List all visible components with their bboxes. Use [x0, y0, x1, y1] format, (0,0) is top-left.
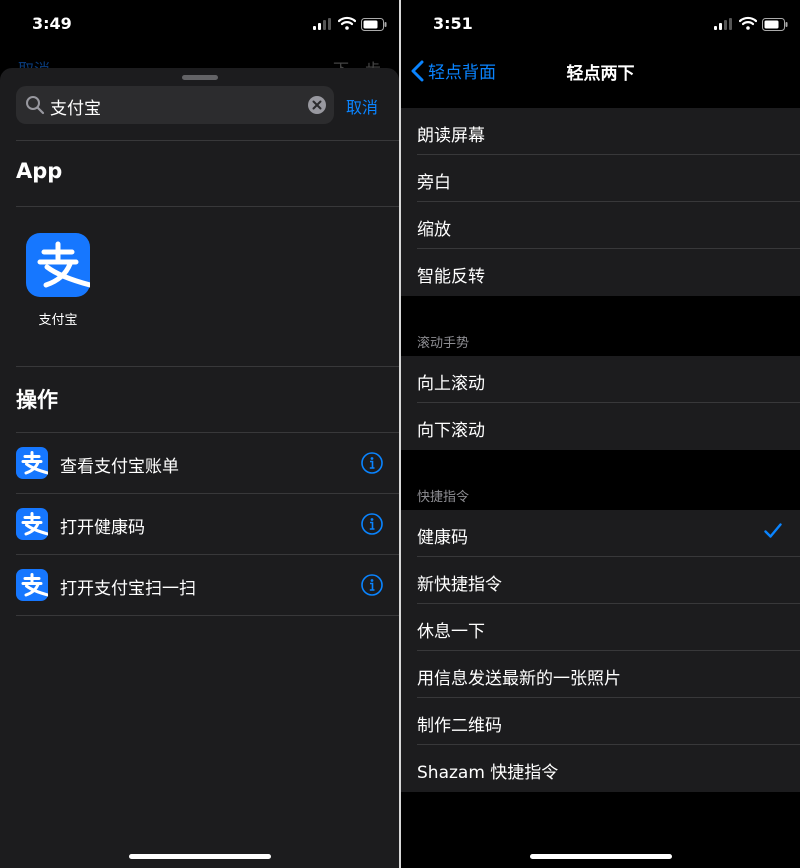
- cellular-signal-icon: [313, 18, 331, 30]
- shortcut-make-qr-code[interactable]: 制作二维码: [401, 698, 800, 745]
- shortcut-take-a-break[interactable]: 休息一下: [401, 604, 800, 651]
- sheet-grabber[interactable]: [181, 75, 218, 80]
- accessibility-group: 朗读屏幕 旁白 缩放 智能反转: [401, 108, 800, 296]
- info-icon[interactable]: [361, 574, 383, 596]
- option-label: 缩放: [417, 220, 451, 240]
- scroll-group: 向上滚动 向下滚动: [401, 356, 800, 450]
- option-scroll-down[interactable]: 向下滚动: [401, 403, 800, 450]
- shortcuts-group: 健康码 新快捷指令 休息一下 用信息发送最新的一张照片 制作二维码 Shazam…: [401, 510, 800, 792]
- divider: [16, 366, 399, 367]
- shortcuts-section-header: 快捷指令: [417, 490, 470, 505]
- option-smart-invert[interactable]: 智能反转: [401, 249, 800, 296]
- action-row-scan[interactable]: 打开支付宝扫一扫: [0, 555, 399, 615]
- app-label-alipay[interactable]: 支付宝: [16, 309, 100, 328]
- page-title: 轻点两下: [566, 64, 635, 84]
- status-bar: 3:49: [0, 0, 399, 48]
- option-label: Shazam 快捷指令: [417, 763, 559, 783]
- option-label: 向上滚动: [417, 374, 485, 394]
- search-field[interactable]: 支付宝: [16, 86, 334, 124]
- magnifier-icon: [26, 96, 45, 115]
- cellular-signal-icon: [714, 18, 732, 30]
- option-scroll-up[interactable]: 向上滚动: [401, 356, 800, 403]
- divider: [16, 206, 399, 207]
- battery-icon: [762, 18, 788, 31]
- option-label: 健康码: [417, 528, 468, 548]
- shortcut-health-code[interactable]: 健康码: [401, 510, 800, 557]
- checkmark-icon: [764, 523, 782, 538]
- app-section-title: App: [16, 159, 63, 183]
- actions-section-title: 操作: [16, 388, 58, 412]
- status-time: 3:51: [433, 14, 473, 33]
- option-label: 休息一下: [417, 622, 485, 642]
- option-label: 新快捷指令: [417, 575, 502, 595]
- action-label: 打开健康码: [60, 518, 145, 538]
- divider: [16, 615, 399, 616]
- action-label: 打开支付宝扫一扫: [60, 579, 196, 599]
- option-label: 朗读屏幕: [417, 126, 485, 146]
- left-screen: 3:49 取消 下一步 支付宝: [0, 0, 399, 868]
- shortcut-send-latest-photo[interactable]: 用信息发送最新的一张照片: [401, 651, 800, 698]
- shortcut-shazam[interactable]: Shazam 快捷指令: [401, 745, 800, 792]
- option-voiceover[interactable]: 旁白: [401, 155, 800, 202]
- option-label: 向下滚动: [417, 421, 485, 441]
- clear-circle-icon[interactable]: [308, 96, 326, 114]
- divider: [16, 140, 399, 141]
- search-query[interactable]: 支付宝: [50, 94, 101, 119]
- status-bar: 3:51: [401, 0, 800, 48]
- status-time: 3:49: [32, 14, 72, 33]
- navigation-bar: 轻点背面 轻点两下: [401, 48, 800, 92]
- action-row-view-bill[interactable]: 查看支付宝账单: [0, 433, 399, 493]
- option-label: 制作二维码: [417, 716, 502, 736]
- option-speak-screen[interactable]: 朗读屏幕: [401, 108, 800, 155]
- scroll-section-header: 滚动手势: [417, 336, 470, 351]
- option-label: 智能反转: [417, 267, 485, 287]
- action-row-health-code[interactable]: 打开健康码: [0, 494, 399, 554]
- alipay-icon: [16, 569, 48, 601]
- option-zoom[interactable]: 缩放: [401, 202, 800, 249]
- alipay-icon: [16, 447, 48, 479]
- home-indicator[interactable]: [128, 854, 271, 859]
- battery-icon: [361, 18, 387, 31]
- info-icon[interactable]: [361, 513, 383, 535]
- alipay-icon[interactable]: [26, 233, 90, 297]
- option-label: 旁白: [417, 173, 451, 193]
- option-label: 用信息发送最新的一张照片: [417, 669, 621, 689]
- search-cancel-button[interactable]: 取消: [346, 94, 378, 118]
- action-label: 查看支付宝账单: [60, 457, 179, 477]
- wifi-icon: [739, 16, 757, 30]
- home-indicator[interactable]: [529, 854, 672, 859]
- wifi-icon: [338, 16, 356, 30]
- alipay-icon: [16, 508, 48, 540]
- shortcut-new[interactable]: 新快捷指令: [401, 557, 800, 604]
- right-screen: 3:51 轻点背面 轻点两下 朗读屏幕 旁白 缩放 智能反转 滚动手势 向上滚动…: [401, 0, 800, 868]
- search-sheet: 支付宝 取消 App 支付宝 操作 查看支付宝账单 打开健康码 打开支付宝扫一扫: [0, 68, 399, 868]
- info-icon[interactable]: [361, 452, 383, 474]
